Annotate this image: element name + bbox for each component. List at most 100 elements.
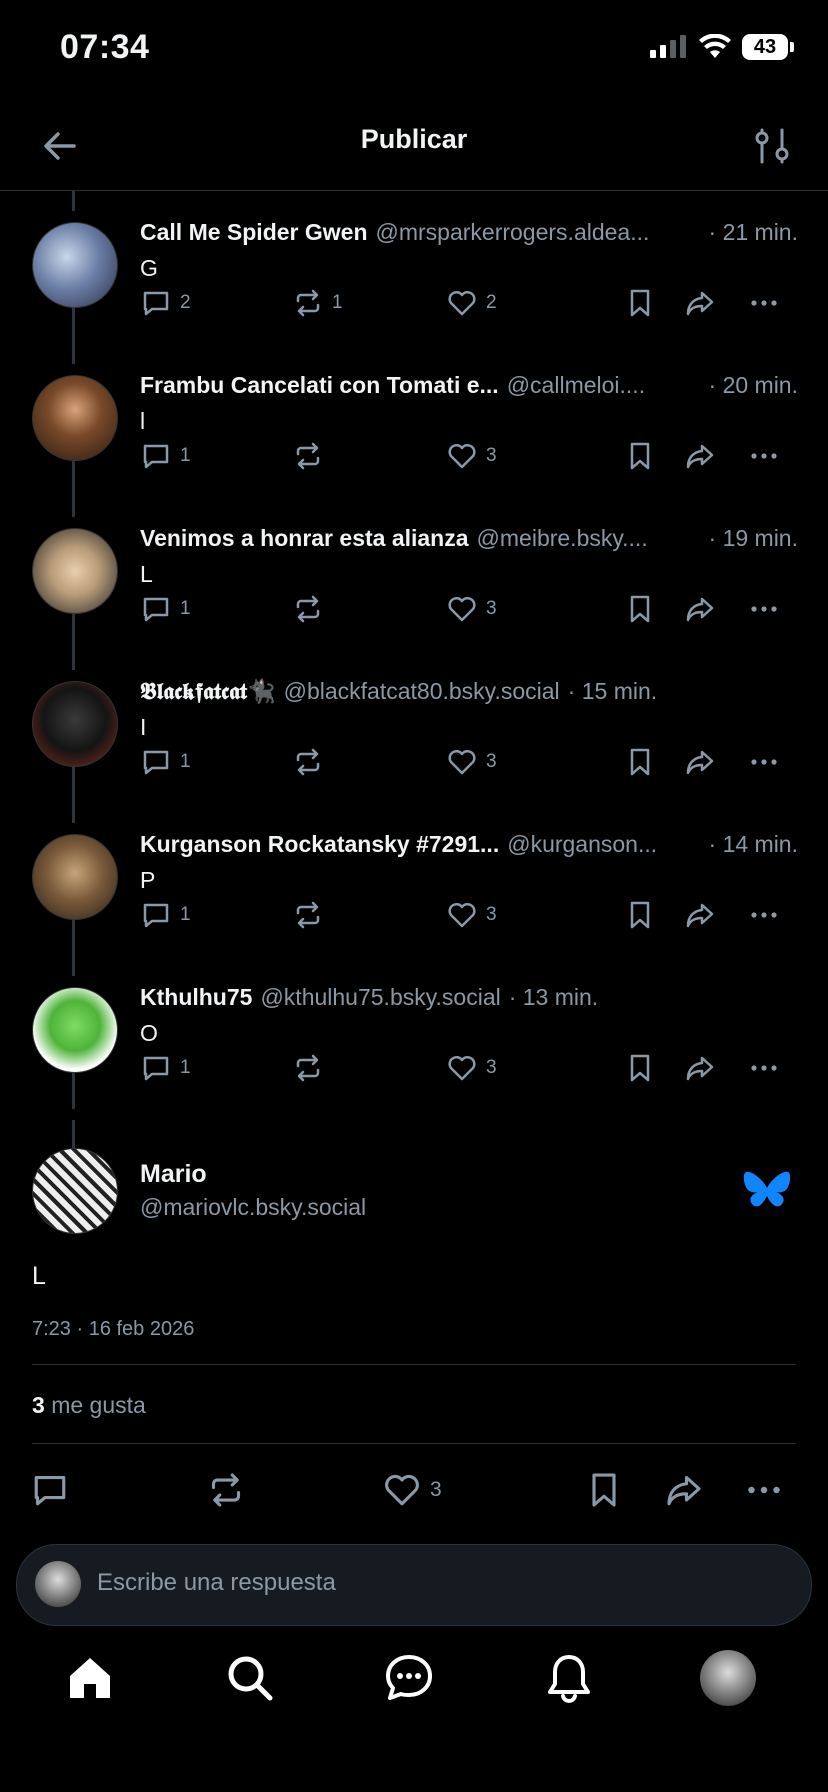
share-button[interactable] [684,440,716,472]
author-handle[interactable]: @meibre.bsky.... [477,525,648,552]
reply-button[interactable]: 1 [140,593,191,625]
post-text: L [32,1262,46,1290]
more-button[interactable] [748,440,780,472]
sliders-icon[interactable] [748,122,796,170]
thread-post[interactable]: Venimos a honrar esta alianza @meibre.bs… [0,497,828,650]
post-text: L [140,561,153,587]
like-count: 3 [486,445,497,466]
author-name[interactable]: Kurganson Rockatansky #7291... [140,831,499,858]
bookmark-button[interactable] [624,746,656,778]
more-button[interactable] [748,1052,780,1084]
author-name[interactable]: Mario [140,1160,207,1189]
more-dots-icon [751,1065,777,1071]
more-button[interactable] [748,593,780,625]
wifi-icon [699,34,731,58]
like-button[interactable]: 3 [446,593,497,625]
post-header: Call Me Spider Gwen @mrsparkerrogers.ald… [140,219,798,246]
more-button[interactable] [748,287,780,319]
thread-post[interactable]: Kurganson Rockatansky #7291... @kurganso… [0,803,828,956]
post-header: Venimos a honrar esta alianza @meibre.bs… [140,525,798,552]
like-button[interactable]: 3 [446,746,497,778]
like-button[interactable]: 3 [446,1052,497,1084]
thread-post[interactable]: Call Me Spider Gwen @mrsparkerrogers.ald… [0,191,828,344]
avatar[interactable] [32,222,118,308]
more-button[interactable] [744,1470,784,1510]
avatar[interactable] [32,987,118,1073]
like-button[interactable]: 2 [446,287,497,319]
chat-icon[interactable] [381,1650,437,1706]
share-icon [686,597,714,622]
bookmark-button[interactable] [624,287,656,319]
reply-button[interactable]: 1 [140,440,191,472]
repost-button[interactable] [292,1052,324,1084]
thread-post[interactable]: 𝕭𝖑𝖆𝖈𝖐𝖋𝖆𝖙𝖈𝖆𝖙🐈‍⬛ @blackfatcat80.bsky.socia… [0,650,828,803]
likes-summary[interactable]: 3 me gusta [32,1392,146,1419]
like-button[interactable]: 3 [382,1470,442,1510]
top-nav: Publicar [0,100,828,191]
avatar[interactable] [32,834,118,920]
share-button[interactable] [684,899,716,931]
bookmark-button[interactable] [624,1052,656,1084]
thread-post[interactable]: Kthulhu75 @kthulhu75.bsky.social · 13 mi… [0,956,828,1109]
post-header: 𝕭𝖑𝖆𝖈𝖐𝖋𝖆𝖙𝖈𝖆𝖙🐈‍⬛ @blackfatcat80.bsky.socia… [140,678,798,705]
post-time: · 15 min. [567,678,658,704]
focused-post-actions: 3 [30,1470,796,1518]
author-name[interactable]: 𝕭𝖑𝖆𝖈𝖐𝖋𝖆𝖙𝖈𝖆𝖙🐈‍⬛ [140,678,276,705]
author-name[interactable]: Kthulhu75 [140,984,252,1011]
author-name[interactable]: Venimos a honrar esta alianza [140,525,469,552]
bookmark-button[interactable] [624,899,656,931]
like-button[interactable]: 3 [446,440,497,472]
post-text: I [140,714,147,740]
author-handle[interactable]: @kurganson... [507,831,657,858]
reply-composer[interactable]: Escribe una respuesta [16,1544,812,1626]
repost-button[interactable] [206,1470,246,1510]
repost-button[interactable] [292,440,324,472]
bookmark-icon [630,748,650,776]
thread-line [72,766,75,803]
author-name[interactable]: Call Me Spider Gwen [140,219,368,246]
author-name[interactable]: Frambu Cancelati con Tomati e... [140,372,499,399]
bookmark-button[interactable] [584,1470,624,1510]
avatar[interactable] [32,375,118,461]
reply-button[interactable]: 1 [140,899,191,931]
author-handle[interactable]: @kthulhu75.bsky.social [260,984,500,1011]
thread-post[interactable]: Frambu Cancelati con Tomati e... @callme… [0,344,828,497]
author-handle[interactable]: @mariovlc.bsky.social [140,1194,366,1221]
like-button[interactable]: 3 [446,899,497,931]
author-handle[interactable]: @blackfatcat80.bsky.social [284,678,560,705]
avatar[interactable] [32,681,118,767]
share-button[interactable] [664,1470,704,1510]
share-button[interactable] [684,593,716,625]
search-icon[interactable] [222,1650,278,1706]
share-button[interactable] [684,746,716,778]
author-handle[interactable]: @mrsparkerrogers.aldea... [376,219,650,246]
bookmark-button[interactable] [624,440,656,472]
post-actions: 1 3 [140,899,800,939]
like-count: 3 [486,904,497,925]
more-button[interactable] [748,899,780,931]
repost-count: 1 [332,292,343,313]
profile-avatar[interactable] [700,1650,756,1706]
share-button[interactable] [684,287,716,319]
author-handle[interactable]: @callmeloi.... [507,372,645,399]
like-count: 3 [486,1057,497,1078]
post-time: · 20 min. [708,372,798,398]
repost-button[interactable] [292,746,324,778]
avatar[interactable] [32,1148,118,1234]
share-button[interactable] [684,1052,716,1084]
home-icon[interactable] [62,1650,118,1706]
repost-button[interactable] [292,593,324,625]
bookmark-button[interactable] [624,593,656,625]
reply-button[interactable]: 1 [140,746,191,778]
avatar[interactable] [32,528,118,614]
reply-button[interactable]: 1 [140,1052,191,1084]
reply-button[interactable] [30,1470,70,1510]
repost-button[interactable] [292,899,324,931]
reply-count: 1 [180,445,191,466]
post-text: G [140,255,158,281]
bell-icon[interactable] [541,1650,597,1706]
repost-button[interactable]: 1 [292,287,343,319]
reply-button[interactable]: 2 [140,287,191,319]
more-button[interactable] [748,746,780,778]
comment-icon [143,597,169,622]
